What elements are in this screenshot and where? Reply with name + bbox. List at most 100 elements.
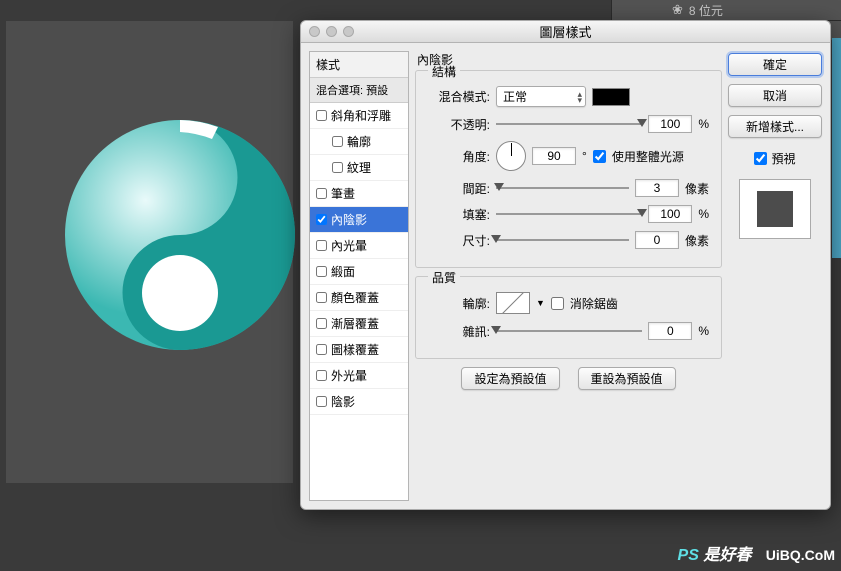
style-row-7[interactable]: 顏色覆蓋 bbox=[310, 285, 408, 311]
style-label: 筆畫 bbox=[331, 185, 355, 202]
dialog-body: 樣式 混合選項: 預設 斜角和浮雕輪廓紋理筆畫內陰影內光暈緞面顏色覆蓋漸層覆蓋圖… bbox=[301, 43, 830, 509]
cancel-button[interactable]: 取消 bbox=[728, 84, 822, 107]
panel-title: 內陰影 bbox=[415, 51, 722, 68]
plant-icon: ❀ bbox=[672, 2, 683, 18]
chevron-down-icon[interactable]: ▼ bbox=[536, 298, 545, 308]
watermark-txt: 是好春 bbox=[703, 547, 751, 564]
layer-style-dialog: 圖層樣式 樣式 混合選項: 預設 斜角和浮雕輪廓紋理筆畫內陰影內光暈緞面顏色覆蓋… bbox=[300, 20, 831, 510]
style-label: 外光暈 bbox=[331, 367, 367, 384]
style-checkbox[interactable] bbox=[316, 110, 327, 121]
blendmode-label: 混合模式: bbox=[428, 88, 490, 105]
style-label: 紋理 bbox=[347, 159, 371, 176]
noise-unit: % bbox=[698, 324, 709, 338]
choke-label: 填塞: bbox=[428, 206, 490, 223]
window-controls bbox=[309, 26, 354, 37]
style-row-2[interactable]: 紋理 bbox=[310, 155, 408, 181]
right-highlight-strip bbox=[832, 38, 841, 258]
choke-unit: % bbox=[698, 207, 709, 221]
opacity-unit: % bbox=[698, 117, 709, 131]
style-row-0[interactable]: 斜角和浮雕 bbox=[310, 103, 408, 129]
global-light-checkbox[interactable] bbox=[593, 150, 606, 163]
opacity-input[interactable] bbox=[648, 115, 692, 133]
angle-unit: ° bbox=[582, 149, 587, 163]
opacity-label: 不透明: bbox=[428, 116, 490, 133]
reset-default-button[interactable]: 重設為預設值 bbox=[578, 367, 676, 390]
style-label: 內陰影 bbox=[331, 211, 367, 228]
watermark-ps: PS bbox=[678, 547, 699, 564]
style-row-8[interactable]: 漸層覆蓋 bbox=[310, 311, 408, 337]
style-checkbox[interactable] bbox=[316, 396, 327, 407]
style-label: 圖樣覆蓋 bbox=[331, 341, 379, 358]
blendmode-select[interactable]: 正常 ▴▾ bbox=[496, 86, 586, 107]
dialog-titlebar[interactable]: 圖層樣式 bbox=[301, 21, 830, 43]
dialog-right-buttons: 確定 取消 新增樣式... 預視 bbox=[728, 51, 822, 501]
preview-checkbox[interactable] bbox=[754, 152, 767, 165]
bitdepth-label: 8 位元 bbox=[689, 2, 723, 19]
noise-input[interactable] bbox=[648, 322, 692, 340]
styles-list: 樣式 混合選項: 預設 斜角和浮雕輪廓紋理筆畫內陰影內光暈緞面顏色覆蓋漸層覆蓋圖… bbox=[309, 51, 409, 501]
minimize-icon[interactable] bbox=[326, 26, 337, 37]
angle-label: 角度: bbox=[428, 148, 490, 165]
style-row-1[interactable]: 輪廓 bbox=[310, 129, 408, 155]
style-checkbox[interactable] bbox=[316, 292, 327, 303]
shadow-color-swatch[interactable] bbox=[592, 88, 630, 106]
style-row-3[interactable]: 筆畫 bbox=[310, 181, 408, 207]
contour-picker[interactable] bbox=[496, 292, 530, 314]
size-input[interactable] bbox=[635, 231, 679, 249]
watermark-url: UiBQ.CoM bbox=[766, 547, 835, 563]
choke-slider[interactable] bbox=[496, 207, 642, 221]
quality-legend: 品質 bbox=[428, 269, 460, 286]
opacity-slider[interactable] bbox=[496, 117, 642, 131]
style-checkbox[interactable] bbox=[316, 214, 327, 225]
size-unit: 像素 bbox=[685, 232, 709, 249]
structure-legend: 結構 bbox=[428, 63, 460, 80]
set-default-button[interactable]: 設定為預設值 bbox=[461, 367, 559, 390]
style-row-11[interactable]: 陰影 bbox=[310, 389, 408, 415]
style-row-9[interactable]: 圖樣覆蓋 bbox=[310, 337, 408, 363]
style-label: 緞面 bbox=[331, 263, 355, 280]
preview-thumbnail bbox=[739, 179, 811, 239]
style-checkbox[interactable] bbox=[316, 188, 327, 199]
distance-unit: 像素 bbox=[685, 180, 709, 197]
distance-label: 間距: bbox=[428, 180, 490, 197]
style-checkbox[interactable] bbox=[316, 370, 327, 381]
size-label: 尺寸: bbox=[428, 232, 490, 249]
style-row-10[interactable]: 外光暈 bbox=[310, 363, 408, 389]
new-style-button[interactable]: 新增樣式... bbox=[728, 115, 822, 138]
structure-group: 結構 混合模式: 正常 ▴▾ 不透明: % 角度: bbox=[415, 70, 722, 268]
noise-slider[interactable] bbox=[496, 324, 642, 338]
quality-group: 品質 輪廓: ▼ 消除鋸齒 雜訊: % bbox=[415, 276, 722, 359]
style-label: 陰影 bbox=[331, 393, 355, 410]
style-checkbox[interactable] bbox=[332, 136, 343, 147]
style-checkbox[interactable] bbox=[316, 240, 327, 251]
close-icon[interactable] bbox=[309, 26, 320, 37]
styles-header[interactable]: 樣式 bbox=[310, 52, 408, 78]
choke-input[interactable] bbox=[648, 205, 692, 223]
canvas-artwork bbox=[60, 115, 300, 355]
size-slider[interactable] bbox=[496, 233, 629, 247]
zoom-icon[interactable] bbox=[343, 26, 354, 37]
style-checkbox[interactable] bbox=[316, 266, 327, 277]
antialias-checkbox[interactable] bbox=[551, 297, 564, 310]
style-checkbox[interactable] bbox=[332, 162, 343, 173]
preview-row[interactable]: 預視 bbox=[728, 150, 822, 167]
angle-input[interactable] bbox=[532, 147, 576, 165]
effect-settings: 內陰影 結構 混合模式: 正常 ▴▾ 不透明: % bbox=[415, 51, 722, 501]
noise-label: 雜訊: bbox=[428, 323, 490, 340]
blend-options-row[interactable]: 混合選項: 預設 bbox=[310, 78, 408, 103]
contour-label: 輪廓: bbox=[428, 295, 490, 312]
style-label: 內光暈 bbox=[331, 237, 367, 254]
style-label: 顏色覆蓋 bbox=[331, 289, 379, 306]
style-checkbox[interactable] bbox=[316, 318, 327, 329]
global-light-label: 使用整體光源 bbox=[612, 148, 684, 165]
style-row-4[interactable]: 內陰影 bbox=[310, 207, 408, 233]
dialog-title: 圖層樣式 bbox=[539, 22, 591, 41]
blendmode-value: 正常 bbox=[503, 88, 527, 105]
distance-slider[interactable] bbox=[496, 181, 629, 195]
ok-button[interactable]: 確定 bbox=[728, 53, 822, 76]
style-checkbox[interactable] bbox=[316, 344, 327, 355]
angle-dial[interactable] bbox=[496, 141, 526, 171]
style-row-6[interactable]: 緞面 bbox=[310, 259, 408, 285]
distance-input[interactable] bbox=[635, 179, 679, 197]
style-row-5[interactable]: 內光暈 bbox=[310, 233, 408, 259]
